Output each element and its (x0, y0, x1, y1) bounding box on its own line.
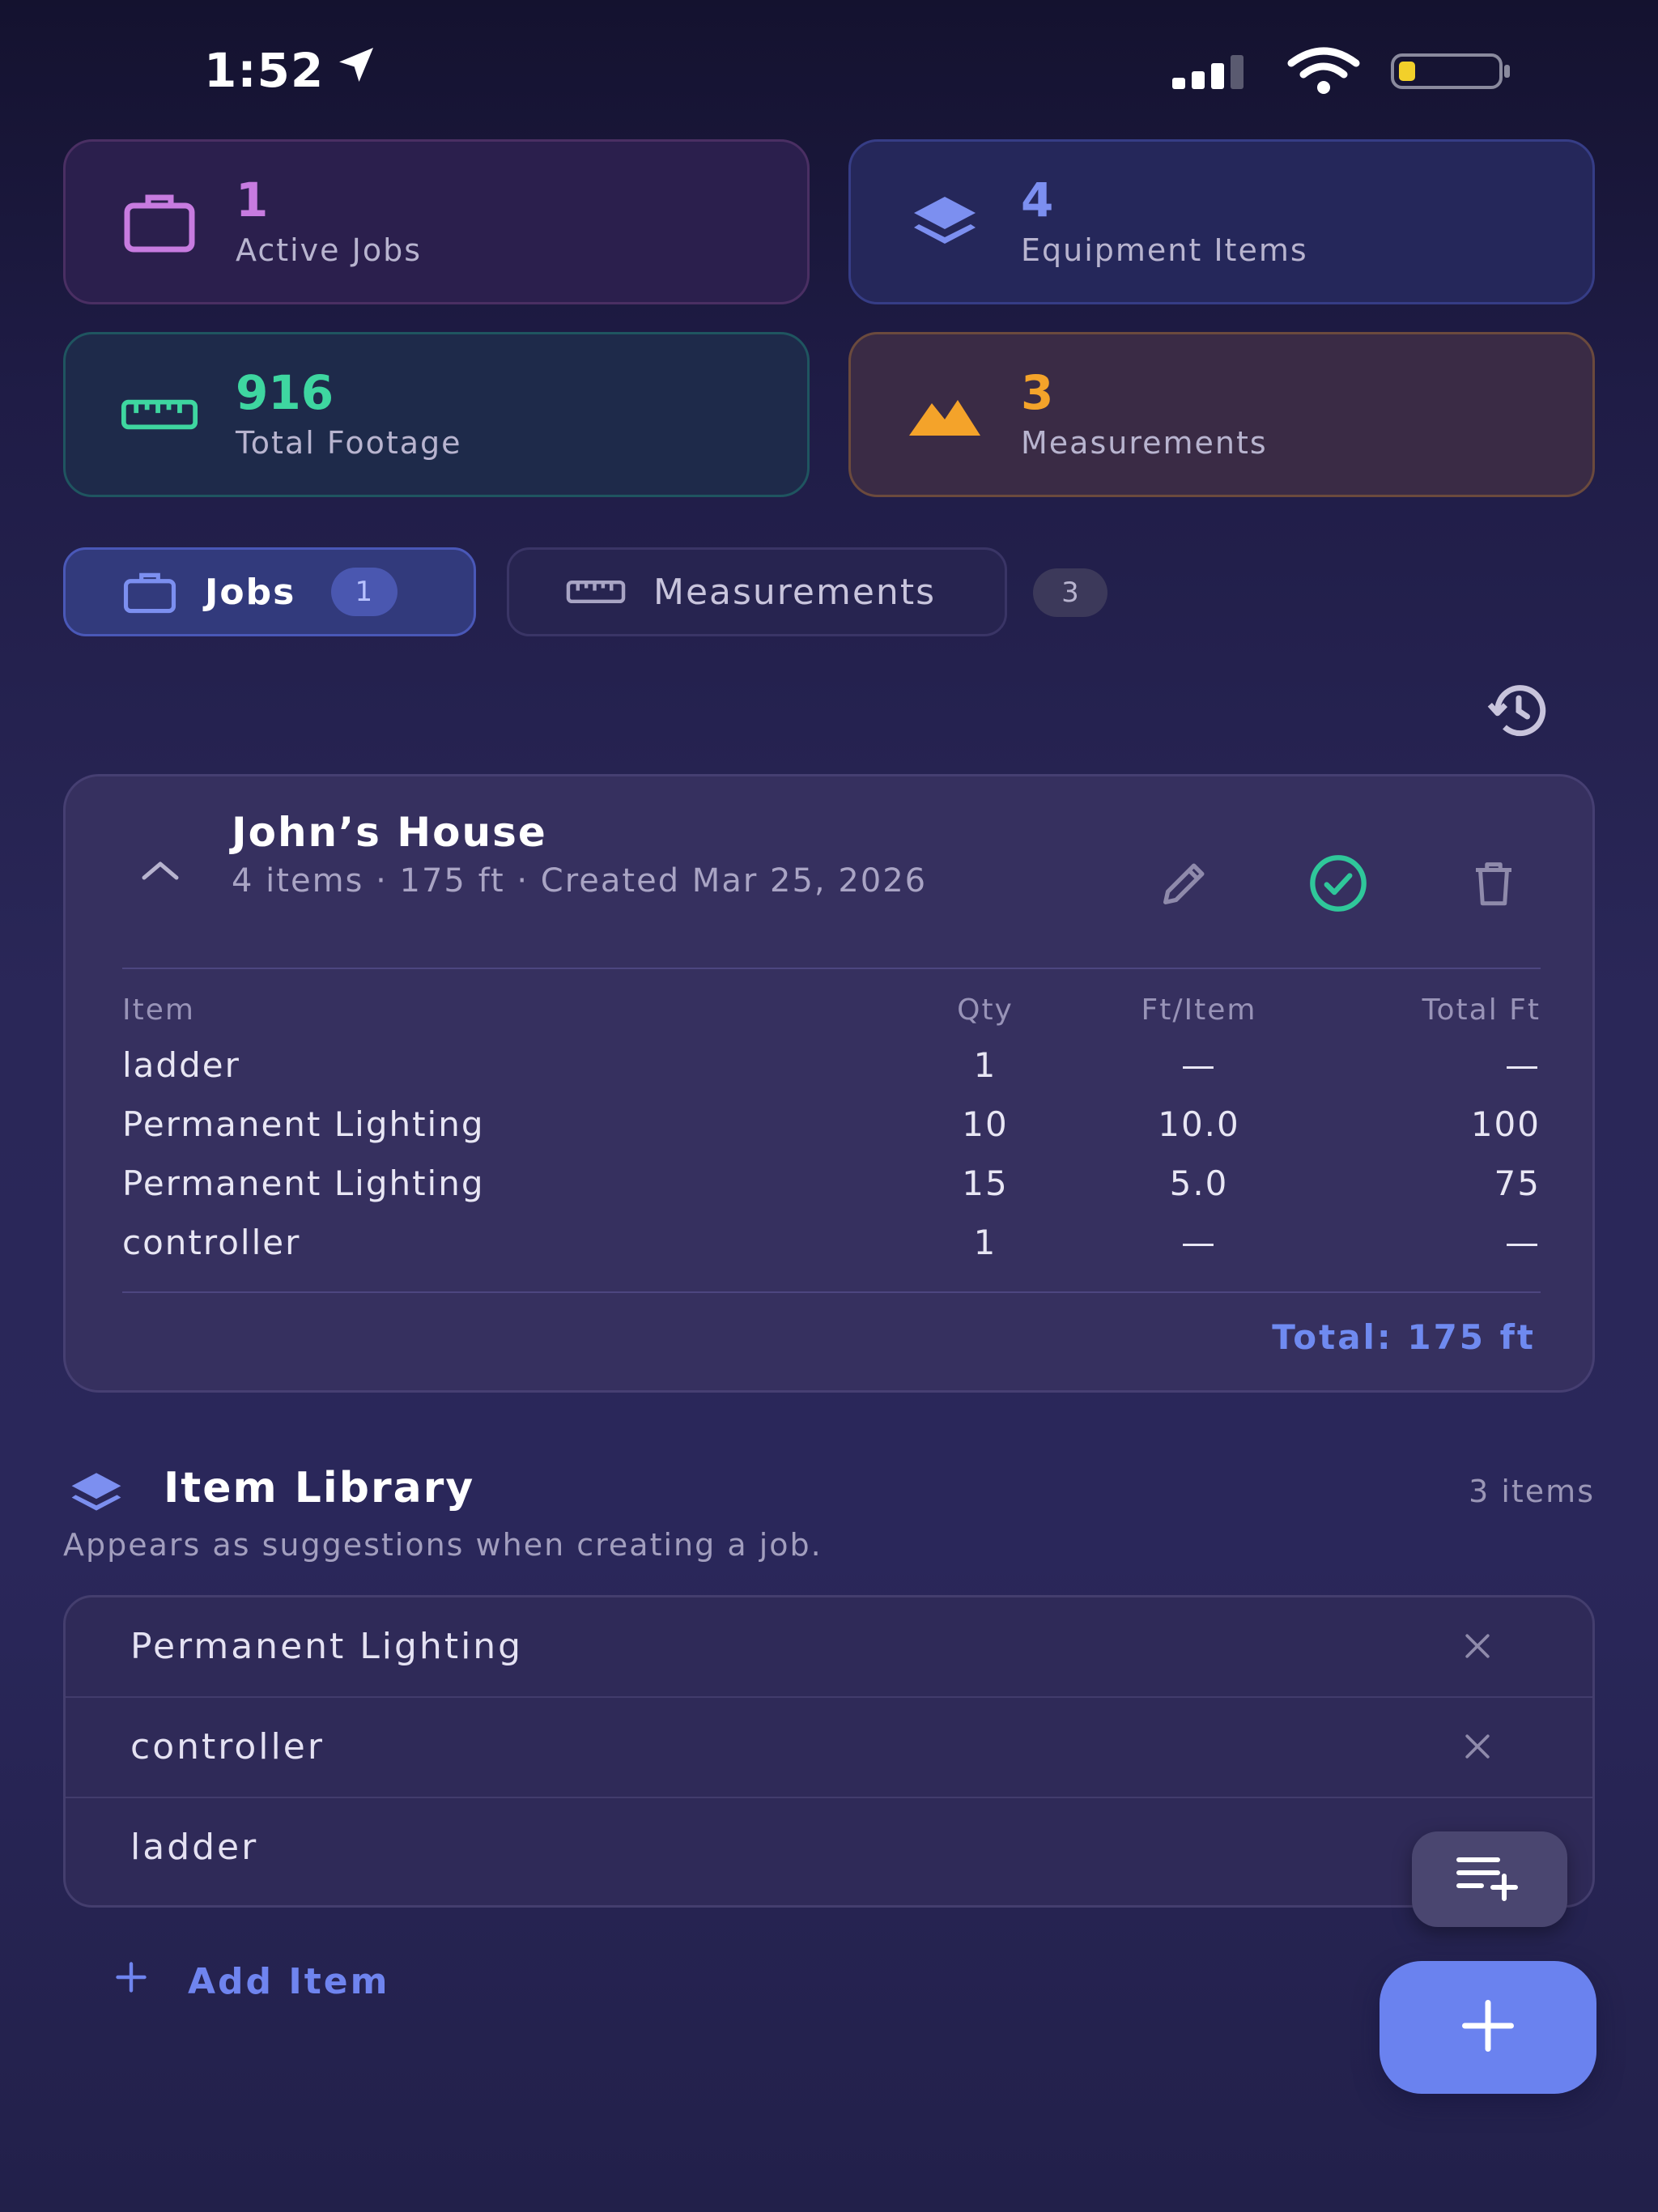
table-cell-ft-item: — (1181, 1223, 1217, 1262)
add-item-label: Add Item (188, 1961, 390, 2002)
tab-label: Jobs (205, 571, 296, 613)
battery-icon (1391, 52, 1512, 94)
add-to-list-button[interactable] (1412, 1831, 1567, 1927)
table-cell-total: — (1505, 1223, 1541, 1262)
list-item[interactable]: ladder (66, 1798, 1592, 1895)
table-cell-item: Permanent Lighting (122, 1163, 485, 1203)
add-item-button[interactable]: Add Item (113, 1959, 389, 2004)
stat-card-measurements[interactable]: 3 Measurements (848, 332, 1595, 497)
layers-icon (906, 183, 984, 261)
tab-count-badge: 1 (331, 568, 398, 616)
stat-card-total-footage[interactable]: 916 Total Footage (63, 332, 810, 497)
plus-icon (1457, 1995, 1519, 2060)
table-cell-item: Permanent Lighting (122, 1104, 485, 1144)
complete-button[interactable] (1306, 853, 1371, 917)
column-header-qty: Qty (957, 993, 1014, 1027)
table-cell-qty: 1 (973, 1223, 997, 1262)
playlist-add-icon (1456, 1853, 1524, 1905)
close-icon[interactable] (1460, 1729, 1495, 1767)
tab-label: Measurements (653, 571, 936, 613)
list-item-label: controller (130, 1725, 325, 1767)
job-card: John’s House 4 items · 175 ft · Created … (63, 774, 1595, 1393)
divider (122, 968, 1541, 969)
list-item[interactable]: Permanent Lighting (66, 1597, 1592, 1695)
chevron-up-icon (140, 861, 181, 885)
history-icon (1485, 677, 1553, 748)
list-item[interactable]: controller (66, 1698, 1592, 1795)
location-arrow-icon (334, 42, 379, 99)
stat-value: 4 (1021, 172, 1054, 228)
mountain-icon (906, 376, 984, 453)
table-cell-item: ladder (122, 1045, 240, 1085)
close-icon[interactable] (1460, 1628, 1495, 1667)
table-cell-ft-item: — (1181, 1045, 1217, 1085)
stat-card-active-jobs[interactable]: 1 Active Jobs (63, 139, 810, 304)
stat-value: 916 (236, 364, 334, 420)
tab-measurements[interactable]: Measurements (507, 547, 1007, 636)
column-header-ft-item: Ft/Item (1141, 993, 1257, 1027)
list-item-label: Permanent Lighting (130, 1625, 524, 1667)
ruler-icon (121, 376, 198, 453)
check-circle-icon (1307, 853, 1369, 917)
edit-button[interactable] (1152, 853, 1217, 917)
job-subtitle: 4 items · 175 ft · Created Mar 25, 2026 (232, 862, 928, 900)
stat-value: 1 (236, 172, 269, 228)
item-library-description: Appears as suggestions when creating a j… (63, 1527, 823, 1563)
create-job-fab[interactable] (1380, 1961, 1596, 2094)
job-title: John’s House (232, 809, 547, 856)
table-cell-total: — (1505, 1045, 1541, 1085)
pencil-icon (1156, 855, 1213, 915)
table-cell-ft-item: 10.0 (1158, 1104, 1240, 1144)
item-library-list: Permanent Lighting controller ladder (63, 1595, 1595, 1908)
table-cell-total: 75 (1494, 1163, 1541, 1203)
table-cell-qty: 10 (962, 1104, 1009, 1144)
briefcase-icon (121, 183, 198, 261)
collapse-chevron[interactable] (140, 857, 181, 885)
status-time: 1:52 (204, 42, 379, 99)
plus-icon (113, 1959, 149, 2004)
history-button[interactable] (1483, 677, 1554, 748)
table-cell-qty: 1 (973, 1045, 997, 1085)
stat-value: 3 (1021, 364, 1054, 420)
wifi-icon (1287, 47, 1360, 99)
list-item-label: ladder (130, 1826, 259, 1868)
table-cell-ft-item: 5.0 (1169, 1163, 1229, 1203)
column-header-item: Item (122, 993, 195, 1027)
tab-jobs[interactable]: Jobs 1 (63, 547, 476, 636)
briefcase-icon (122, 569, 177, 615)
item-library-title: Item Library (164, 1464, 475, 1512)
table-cell-total: 100 (1470, 1104, 1541, 1144)
table-cell-item: controller (122, 1223, 301, 1262)
item-library-count: 3 items (1469, 1474, 1595, 1509)
stat-label: Total Footage (236, 425, 462, 462)
delete-button[interactable] (1461, 853, 1526, 917)
layers-icon (68, 1470, 125, 1519)
status-icons (1172, 47, 1512, 99)
stat-label: Equipment Items (1021, 232, 1308, 269)
cellular-signal-icon (1172, 53, 1256, 92)
divider (122, 1291, 1541, 1293)
job-total: Total: 175 ft (1272, 1317, 1536, 1357)
stat-card-equipment-items[interactable]: 4 Equipment Items (848, 139, 1595, 304)
table-cell-qty: 15 (962, 1163, 1009, 1203)
ruler-icon (566, 578, 626, 606)
trash-icon (1467, 857, 1520, 913)
tab-count-badge: 3 (1033, 568, 1107, 617)
stat-label: Measurements (1021, 425, 1268, 462)
column-header-total-ft: Total Ft (1422, 993, 1541, 1027)
stat-label: Active Jobs (236, 232, 422, 269)
